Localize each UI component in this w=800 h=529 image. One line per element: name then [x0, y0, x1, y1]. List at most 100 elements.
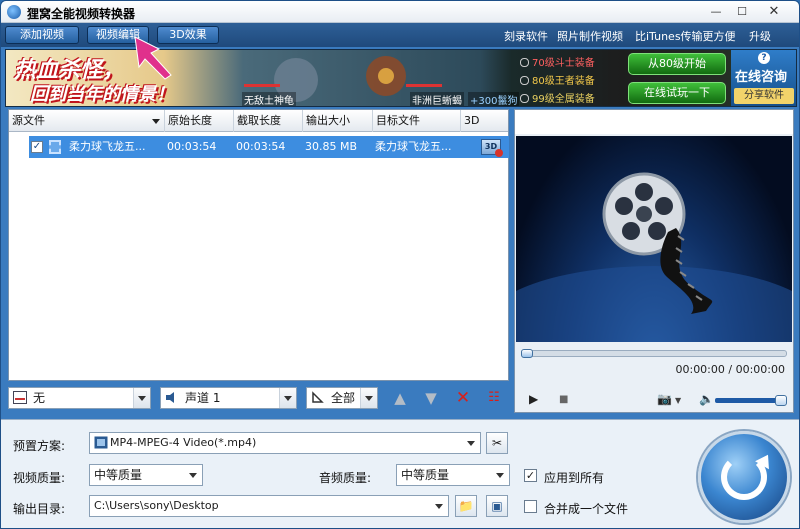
toolbar: 添加视频 视频编辑 3D效果 刻录软件 照片制作视频 比iTunes传输更方便 …: [1, 23, 799, 47]
open-folder-button[interactable]: ▣: [486, 495, 508, 517]
banner-option[interactable]: 99级全属装备: [520, 90, 595, 105]
chevron-down-icon: [185, 465, 202, 485]
help-icon: ?: [758, 52, 770, 64]
title-bar: 狸窝全能视频转换器 — ☐ ✕: [1, 1, 799, 23]
minimize-icon[interactable]: —: [705, 4, 727, 20]
target-file-cell: 柔力球飞龙五...: [375, 140, 452, 153]
preview-header: [515, 110, 793, 134]
column-target-file[interactable]: 目标文件: [373, 110, 461, 132]
output-size-cell: 30.85 MB: [305, 140, 358, 153]
subtitle-value: 无: [33, 391, 46, 405]
ad-banner[interactable]: 热血杀怪， 回到当年的情景！ 无敌土神龟 非洲巨蜥蝎 +300鬣狗 70级斗士装…: [5, 49, 797, 107]
speaker-icon: [166, 392, 174, 403]
stop-icon[interactable]: ■: [559, 394, 568, 405]
video-quality-dropdown[interactable]: 中等质量: [89, 464, 203, 486]
audio-quality-value: 中等质量: [401, 468, 450, 482]
column-output-size[interactable]: 输出大小: [303, 110, 373, 132]
sort-arrow-icon: [152, 119, 160, 124]
subtitle-dropdown[interactable]: 无: [8, 387, 151, 409]
close-icon[interactable]: ✕: [763, 4, 785, 20]
source-file-cell: 柔力球飞龙五...: [69, 140, 146, 153]
app-title: 狸窝全能视频转换器: [27, 7, 136, 21]
burn-software-link[interactable]: 刻录软件: [504, 28, 548, 44]
film-reel-icon: [516, 172, 792, 342]
start-level-button[interactable]: 从80级开始: [628, 53, 726, 75]
play-icon[interactable]: ▶: [529, 392, 538, 406]
column-original-length[interactable]: 原始长度: [165, 110, 234, 132]
chevron-down-icon: [431, 496, 448, 516]
original-length-cell: 00:03:54: [167, 140, 217, 153]
merge-checkbox[interactable]: [524, 500, 537, 513]
upgrade-link[interactable]: 升级: [749, 28, 771, 44]
move-down-icon[interactable]: ▼: [421, 388, 441, 408]
wrench-icon: ✂: [491, 436, 503, 450]
chevron-down-icon: [463, 433, 480, 453]
chevron-down-icon: [492, 465, 509, 485]
column-clip-length[interactable]: 截取长度: [234, 110, 303, 132]
convert-button[interactable]: [698, 431, 790, 523]
preset-label: 预置方案:: [13, 439, 66, 453]
maximize-icon[interactable]: ☐: [731, 4, 753, 20]
preset-dropdown[interactable]: MP4-MPEG-4 Video(*.mp4): [89, 432, 481, 454]
output-dir-value: C:\Users\sony\Desktop: [94, 499, 219, 512]
add-video-button[interactable]: 添加视频: [5, 26, 79, 44]
online-consult-panel[interactable]: ? 在线咨询 分享软件: [731, 50, 796, 106]
list-controls: 无 声道 1 全部 ▲ ▼ ✕ ☷: [8, 387, 509, 409]
3d-badge-icon[interactable]: 3D: [481, 139, 503, 157]
file-list[interactable]: 源文件 原始长度 截取长度 输出大小 目标文件 3D ✓ 柔力球飞龙五... 0…: [8, 109, 509, 381]
clip-length-cell: 00:03:54: [236, 140, 286, 153]
subtitle-icon: [13, 391, 27, 404]
merge-label: 合并成一个文件: [544, 502, 629, 516]
column-source-file[interactable]: 源文件: [9, 110, 165, 132]
chevron-down-icon[interactable]: ▼: [675, 396, 681, 405]
time-display: 00:00:00 / 00:00:00: [675, 363, 785, 376]
preset-value: MP4-MPEG-4 Video(*.mp4): [110, 436, 257, 449]
camera-icon[interactable]: 📷: [657, 392, 672, 406]
banner-option[interactable]: 70级斗士装备: [520, 54, 595, 69]
character-name: 非洲巨蜥蝎: [410, 92, 464, 106]
banner-slogan-line2: 回到当年的情景！: [30, 84, 174, 105]
scope-value: 全部: [331, 391, 356, 405]
app-window: 狸窝全能视频转换器 — ☐ ✕ 添加视频 视频编辑 3D效果 刻录软件 照片制作…: [0, 0, 800, 529]
chevron-down-icon: [133, 388, 150, 408]
audio-track-dropdown[interactable]: 声道 1: [160, 387, 297, 409]
character-name: +300鬣狗: [468, 92, 520, 106]
output-dir-field[interactable]: C:\Users\sony\Desktop: [89, 495, 449, 517]
volume-slider[interactable]: [715, 395, 787, 406]
open-folder-icon: ▣: [491, 499, 503, 513]
share-software-button[interactable]: 分享软件: [734, 88, 794, 104]
pointer-arrow-icon: [134, 36, 172, 80]
video-quality-value: 中等质量: [94, 468, 143, 482]
settings-panel: 预置方案: MP4-MPEG-4 Video(*.mp4) ✂ 视频质量: 中等…: [1, 419, 799, 528]
delete-icon[interactable]: ✕: [453, 388, 473, 408]
output-dir-label: 输出目录:: [13, 502, 66, 516]
volume-handle[interactable]: [775, 395, 787, 406]
column-3d[interactable]: 3D: [461, 110, 508, 132]
photo-video-link[interactable]: 照片制作视频: [557, 28, 623, 44]
chevron-down-icon: [279, 388, 296, 408]
online-consult-label: 在线咨询: [735, 70, 788, 85]
video-quality-label: 视频质量:: [13, 471, 66, 485]
seek-slider[interactable]: [521, 349, 787, 358]
play-online-button[interactable]: 在线试玩一下: [628, 82, 726, 104]
table-row[interactable]: ✓ 柔力球飞龙五... 00:03:54 00:03:54 30.85 MB 柔…: [29, 136, 509, 158]
banner-option[interactable]: 80级王者装备: [520, 72, 595, 87]
apply-all-label: 应用到所有: [544, 471, 605, 485]
move-up-icon[interactable]: ▲: [390, 388, 410, 408]
browse-folder-button[interactable]: 📁: [455, 495, 477, 517]
volume-icon[interactable]: 🔈: [699, 392, 714, 406]
itunes-link[interactable]: 比iTunes传输更方便: [635, 28, 736, 44]
scope-dropdown[interactable]: 全部: [306, 387, 378, 409]
seek-handle[interactable]: [521, 349, 533, 358]
clear-list-icon[interactable]: ☷: [484, 388, 504, 408]
apply-all-checkbox[interactable]: ✓: [524, 469, 537, 482]
chevron-down-icon: [360, 388, 377, 408]
row-checkbox[interactable]: ✓: [31, 141, 43, 153]
film-icon: [94, 436, 108, 449]
preview-panel: 00:00:00 / 00:00:00 ▶ ■ 📷 ▼ 🔈: [514, 109, 794, 413]
audio-quality-dropdown[interactable]: 中等质量: [396, 464, 510, 486]
video-file-icon: [49, 140, 61, 154]
audio-quality-label: 音频质量:: [319, 471, 372, 485]
video-screen[interactable]: [516, 136, 792, 342]
preset-settings-button[interactable]: ✂: [486, 432, 508, 454]
